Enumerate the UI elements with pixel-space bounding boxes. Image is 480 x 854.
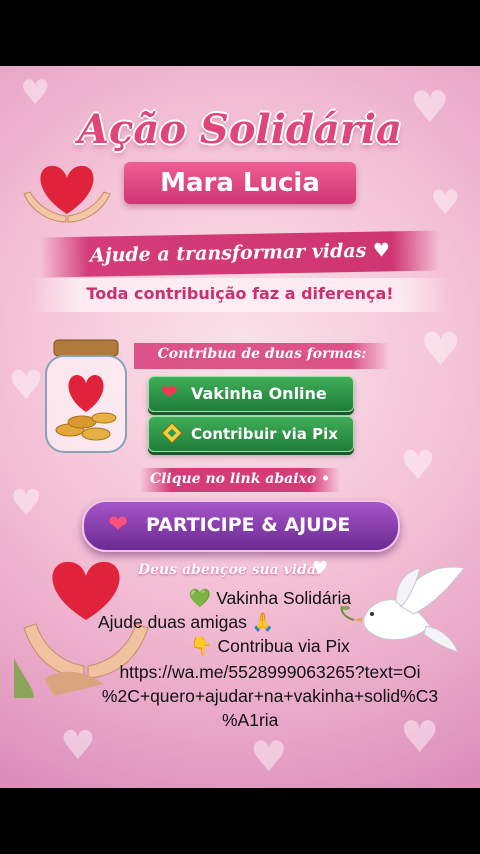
contribute-ways-label: Contribua de duas formas: xyxy=(157,346,367,362)
blessing-text: Deus abençoe sua vida! xyxy=(138,562,323,578)
caption-line-2: Ajude duas amigas 🙏 xyxy=(60,610,480,634)
green-heart-icon: 💚 xyxy=(188,588,212,608)
heart-icon: ❤ xyxy=(108,510,129,538)
main-banner: Ajude a transformar vidas ♥ xyxy=(39,230,441,278)
caption-help-text: Ajude duas amigas xyxy=(98,612,247,632)
pix-label: Contribuir via Pix xyxy=(191,425,338,443)
background-heart-icon: ♥ xyxy=(10,483,43,524)
contribute-ways-banner: Contribua de duas formas: xyxy=(134,343,390,369)
sub-banner-text: Toda contribuição faz a diferença! xyxy=(86,284,394,303)
link-line-1: https://wa.me/5528999063265?text=Oi xyxy=(119,662,421,682)
pointing-down-icon: 👇 xyxy=(190,636,213,656)
message-caption: 💚 Vakinha Solidária Ajude duas amigas 🙏 … xyxy=(60,586,480,658)
caption-title: Vakinha Solidária xyxy=(216,588,352,608)
click-below-banner: Clique no link abaixo • xyxy=(140,468,340,492)
vakinha-online-label: Vakinha Online xyxy=(191,384,327,403)
hands-heart-icon xyxy=(23,165,111,223)
caption-pix-text: Contribua via Pix xyxy=(217,636,350,656)
participate-label: PARTICIPE & AJUDE xyxy=(146,514,351,536)
pix-icon xyxy=(161,422,183,447)
poster: ♥ ♥ ♥ ♥ ♥ ♥ ♥ ♥ ♥ ♥ Ação Solidária Mara … xyxy=(0,66,480,788)
click-below-label: Clique no link abaixo • xyxy=(149,471,331,487)
background-heart-icon: ♥ xyxy=(8,363,44,409)
whatsapp-link[interactable]: https://wa.me/5528999063265?text=Oi %2C+… xyxy=(70,660,470,732)
vakinha-online-button[interactable]: ❤ Vakinha Online xyxy=(148,376,354,412)
sub-banner: Toda contribuição faz a diferença! xyxy=(30,278,450,312)
praying-hands-icon: 🙏 xyxy=(251,612,275,632)
beneficiary-name: Mara Lucia xyxy=(160,168,320,198)
background-heart-icon: ♥ xyxy=(400,443,436,489)
participate-button[interactable]: ❤ PARTICIPE & AJUDE xyxy=(82,500,400,552)
background-heart-icon: ♥ xyxy=(420,322,462,376)
white-heart-icon: ♥ xyxy=(312,558,329,579)
caption-line-1: 💚 Vakinha Solidária xyxy=(60,586,480,610)
name-ribbon: Mara Lucia xyxy=(108,162,372,204)
heart-icon: ❤ xyxy=(161,380,178,404)
jar-icon xyxy=(45,339,127,453)
background-heart-icon: ♥ xyxy=(20,73,51,113)
background-heart-icon: ♥ xyxy=(60,723,96,769)
background-heart-icon: ♥ xyxy=(430,183,461,223)
link-line-3: %A1ria xyxy=(222,710,279,730)
main-banner-text: Ajude a transformar vidas ♥ xyxy=(89,239,391,267)
poster-title: Ação Solidária xyxy=(78,106,402,153)
background-heart-icon: ♥ xyxy=(250,732,288,781)
link-line-2: %2C+quero+ajudar+na+vakinha+solid%C3 xyxy=(101,686,439,706)
pix-button[interactable]: Contribuir via Pix xyxy=(148,416,354,452)
caption-line-3: 👇 Contribua via Pix xyxy=(60,634,480,658)
